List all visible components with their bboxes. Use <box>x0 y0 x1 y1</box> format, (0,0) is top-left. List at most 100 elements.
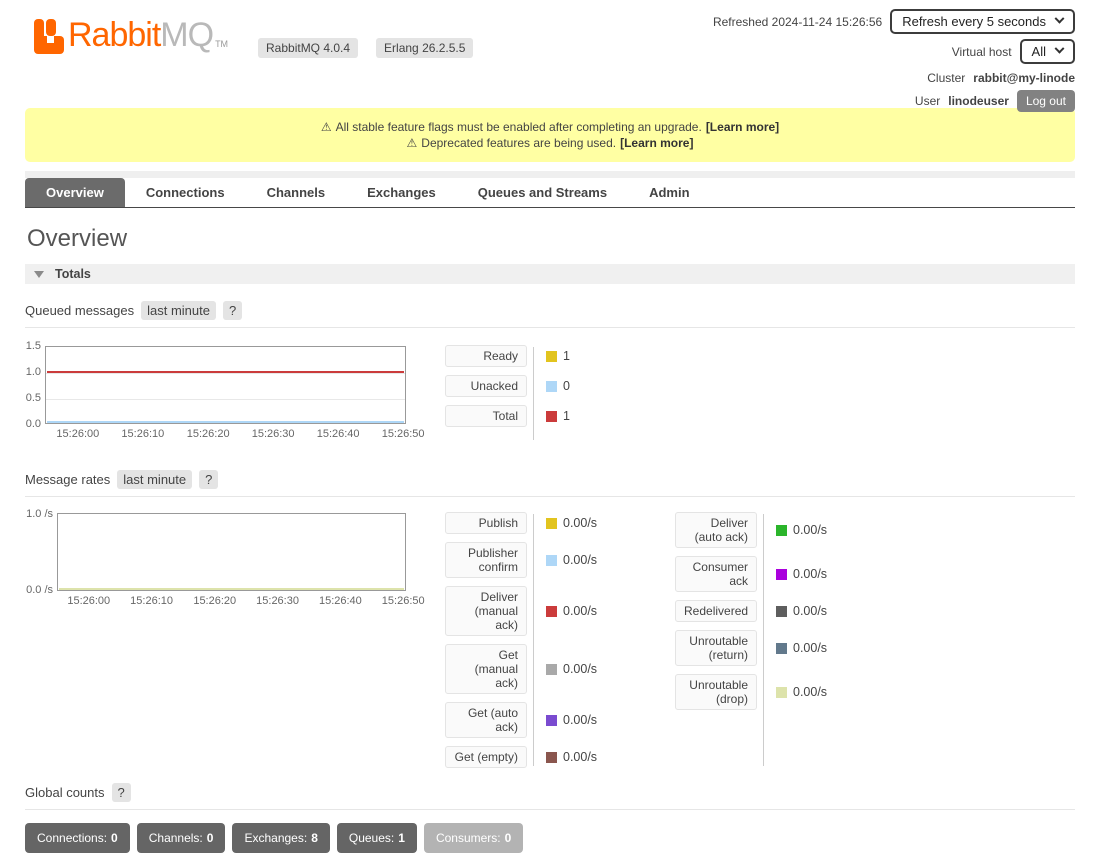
message-rates-chart: 1.0 /s 0.0 /s 15:26:00 15:26:10 15:26:20… <box>25 509 406 609</box>
totals-section-label: Totals <box>55 267 91 281</box>
main-nav-tabs: Overview Connections Channels Exchanges … <box>25 178 1075 208</box>
global-counts-buttons: Connections:0 Channels:0 Exchanges:8 Que… <box>25 823 1075 853</box>
tab-connections[interactable]: Connections <box>125 178 246 207</box>
rates-baseline <box>59 588 404 590</box>
get-manual-swatch <box>546 664 557 675</box>
warning-icon: ⚠ <box>321 120 332 134</box>
legend-row-total: Total 1 <box>445 405 570 427</box>
queued-range-badge[interactable]: last minute <box>141 301 216 320</box>
x-tick: 15:26:20 <box>193 595 236 607</box>
rabbitmq-logo[interactable]: RabbitMQ TM <box>34 16 228 55</box>
legend-label: Unroutable (return) <box>675 630 757 666</box>
x-tick: 15:26:50 <box>382 428 425 440</box>
y-tick: 0.0 <box>26 417 41 431</box>
consumers-count-button[interactable]: Consumers:0 <box>424 823 523 853</box>
rabbitmq-version-badge: RabbitMQ 4.0.4 <box>258 38 358 58</box>
legend-row-publish: Publish 0.00/s <box>445 512 675 534</box>
legend-label: Redelivered <box>675 600 757 622</box>
legend-label: Deliver (manual ack) <box>445 586 527 636</box>
logout-button[interactable]: Log out <box>1017 90 1075 112</box>
legend-label: Get (empty) <box>445 746 527 768</box>
unacked-swatch <box>546 381 557 392</box>
learn-more-link[interactable]: [Learn more] <box>706 120 779 134</box>
legend-row-deliver-auto: Deliver (auto ack) 0.00/s <box>675 512 905 548</box>
message-rates-header: Message rates last minute ? <box>25 470 1075 497</box>
banner-text: Deprecated features are being used. <box>421 136 616 150</box>
legend-divider <box>533 514 534 766</box>
unroutable-return-swatch <box>776 643 787 654</box>
deliver-manual-swatch <box>546 606 557 617</box>
legend-row-publisher-confirm: Publisher confirm 0.00/s <box>445 542 675 578</box>
rates-legend-col1: Publish 0.00/s Publisher confirm 0.00/s … <box>445 512 675 768</box>
rates-range-badge[interactable]: last minute <box>117 470 192 489</box>
refresh-interval-select[interactable]: Refresh every 5 seconds <box>890 9 1075 34</box>
consumer-ack-swatch <box>776 569 787 580</box>
collapse-triangle-icon <box>34 271 44 278</box>
tab-queues-and-streams[interactable]: Queues and Streams <box>457 178 628 207</box>
totals-section-toggle[interactable]: Totals <box>25 264 1075 284</box>
legend-divider <box>763 514 764 766</box>
queued-plot-area <box>45 346 406 424</box>
global-counts-header: Global counts ? <box>25 783 1075 810</box>
user-name: linodeuser <box>948 94 1009 108</box>
total-value: 1 <box>563 409 570 423</box>
legend-label: Get (auto ack) <box>445 702 527 738</box>
rates-plot-area <box>57 513 406 591</box>
publish-value: 0.00/s <box>563 516 597 530</box>
legend-row-redelivered: Redelivered 0.00/s <box>675 600 905 622</box>
queued-messages-legend: Ready 1 Unacked 0 Total 1 <box>445 345 570 442</box>
deliver-auto-swatch <box>776 525 787 536</box>
queued-messages-chart: 1.5 1.0 0.5 0.0 15:26:00 15:26:10 15:26:… <box>25 342 406 442</box>
get-empty-value: 0.00/s <box>563 750 597 764</box>
queues-count-button[interactable]: Queues:1 <box>337 823 417 853</box>
ready-value: 1 <box>563 349 570 363</box>
rates-help-icon[interactable]: ? <box>199 470 218 489</box>
x-tick: 15:26:40 <box>319 595 362 607</box>
legend-row-unacked: Unacked 0 <box>445 375 570 397</box>
message-rates-title: Message rates <box>25 472 110 487</box>
get-empty-swatch <box>546 752 557 763</box>
legend-label: Total <box>445 405 527 427</box>
unroutable-drop-value: 0.00/s <box>793 685 827 699</box>
unroutable-drop-swatch <box>776 687 787 698</box>
virtual-host-select[interactable]: All <box>1020 39 1075 64</box>
legend-label: Unroutable (drop) <box>675 674 757 710</box>
x-tick: 15:26:10 <box>130 595 173 607</box>
y-tick: 1.5 <box>26 339 41 353</box>
tab-admin[interactable]: Admin <box>628 178 710 207</box>
legend-row-get-auto: Get (auto ack) 0.00/s <box>445 702 675 738</box>
tab-exchanges[interactable]: Exchanges <box>346 178 457 207</box>
y-tick: 1.0 /s <box>26 507 53 521</box>
header: RabbitMQ TM RabbitMQ 4.0.4 Erlang 26.2.5… <box>25 0 1075 106</box>
tab-overview[interactable]: Overview <box>25 178 125 207</box>
publisher-confirm-swatch <box>546 555 557 566</box>
global-counts-help-icon[interactable]: ? <box>112 783 131 802</box>
redelivered-value: 0.00/s <box>793 604 827 618</box>
message-rates-legend: Publish 0.00/s Publisher confirm 0.00/s … <box>445 512 905 768</box>
tab-channels[interactable]: Channels <box>246 178 347 207</box>
x-tick: 15:26:20 <box>187 428 230 440</box>
x-tick: 15:26:50 <box>382 595 425 607</box>
legend-label: Ready <box>445 345 527 367</box>
redelivered-swatch <box>776 606 787 617</box>
legend-divider <box>533 347 534 440</box>
legend-label: Publish <box>445 512 527 534</box>
queued-help-icon[interactable]: ? <box>223 301 242 320</box>
deliver-manual-value: 0.00/s <box>563 604 597 618</box>
get-manual-value: 0.00/s <box>563 662 597 676</box>
channels-count-button[interactable]: Channels:0 <box>137 823 226 853</box>
x-tick: 15:26:40 <box>317 428 360 440</box>
rates-legend-col2: Deliver (auto ack) 0.00/s Consumer ack 0… <box>675 512 905 768</box>
exchanges-count-button[interactable]: Exchanges:8 <box>232 823 329 853</box>
connections-count-button[interactable]: Connections:0 <box>25 823 130 853</box>
cluster-label: Cluster <box>927 71 965 85</box>
legend-row-get-empty: Get (empty) 0.00/s <box>445 746 675 768</box>
y-tick: 1.0 <box>26 365 41 379</box>
publish-swatch <box>546 518 557 529</box>
refreshed-timestamp: Refreshed 2024-11-24 15:26:56 <box>713 15 882 29</box>
learn-more-link[interactable]: [Learn more] <box>620 136 693 150</box>
x-tick: 15:26:00 <box>67 595 110 607</box>
warning-icon: ⚠ <box>407 136 418 150</box>
ready-swatch <box>546 351 557 362</box>
legend-label: Publisher confirm <box>445 542 527 578</box>
